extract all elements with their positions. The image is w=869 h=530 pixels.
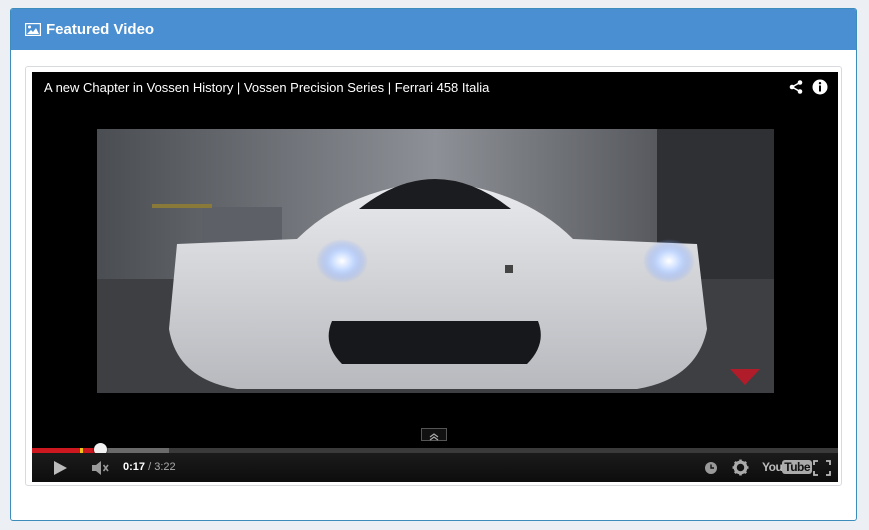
video-frame[interactable]: [97, 129, 774, 393]
current-time: 0:17: [123, 461, 146, 473]
volume-icon[interactable]: [91, 460, 111, 481]
fullscreen-icon[interactable]: [813, 460, 831, 481]
duration: 3:22: [154, 461, 176, 473]
panel-body: A new Chapter in Vossen History | Vossen…: [25, 66, 842, 486]
time-display: 0:17 / 3:22: [123, 461, 176, 473]
play-icon[interactable]: [52, 460, 68, 481]
ferrari-video-still: [97, 129, 774, 393]
video-title[interactable]: A new Chapter in Vossen History | Vossen…: [44, 80, 489, 95]
share-icon[interactable]: [788, 79, 804, 95]
video-player[interactable]: A new Chapter in Vossen History | Vossen…: [32, 72, 838, 482]
youtube-logo[interactable]: You Tube: [762, 460, 813, 474]
expand-icon[interactable]: [421, 428, 447, 441]
panel-header: Featured Video: [11, 9, 856, 50]
info-icon[interactable]: [812, 79, 828, 95]
image-icon: [24, 22, 42, 37]
control-bar: 0:17 / 3:22 You Tube: [32, 453, 838, 482]
panel-title: Featured Video: [46, 21, 155, 38]
featured-video-panel: Featured Video A new Chapter in Vossen H…: [10, 8, 857, 521]
clock-icon[interactable]: [704, 461, 718, 480]
gear-icon[interactable]: [732, 459, 749, 481]
youtube-logo-you: You: [762, 460, 783, 474]
youtube-logo-tube: Tube: [782, 460, 813, 474]
time-separator: /: [145, 461, 155, 473]
